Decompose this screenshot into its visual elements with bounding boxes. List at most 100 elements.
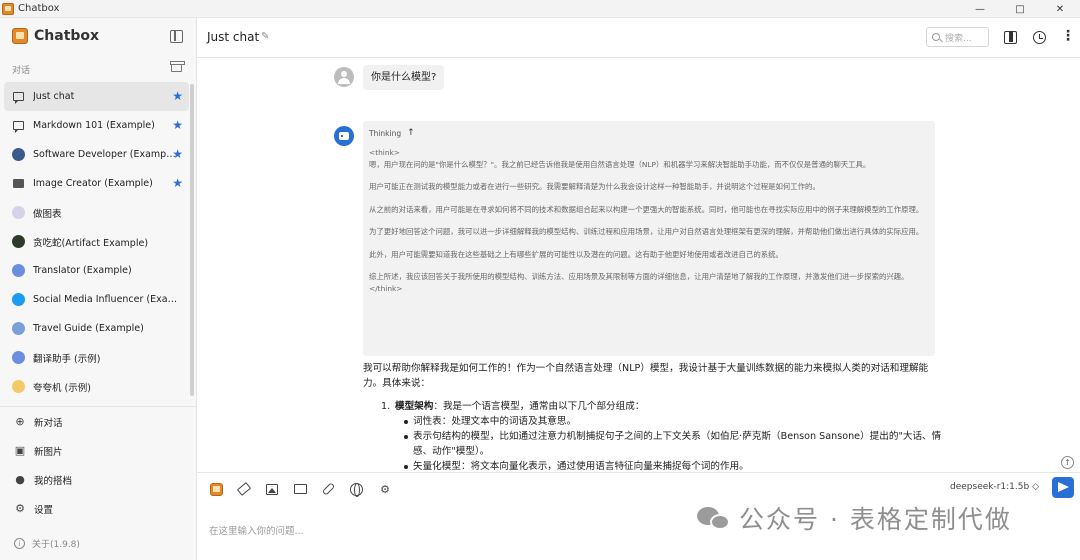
archive-icon[interactable]: [170, 61, 185, 72]
sub-list-item: 表示句结构的模型，比如通过注意力机制捕捉句子之间的上下文关系（如伯尼·萨克斯（B…: [404, 431, 942, 457]
conversation-label: Translator (Example): [33, 265, 132, 276]
new-image-button[interactable]: ▣ 新图片: [0, 436, 196, 465]
sidebar: Chatbox 对话 Just chat ★ Markdown 101 (Exa…: [0, 18, 197, 560]
bot-icon: ●: [15, 473, 25, 486]
new-chat-button[interactable]: ⊕ 新对话: [0, 407, 196, 436]
list-item-text: ：我是一个语言模型，通常由以下几个部分组成：: [433, 401, 645, 412]
send-button[interactable]: [1052, 477, 1074, 498]
thinking-paragraph: 嗯，用户现在问的是"你是什么模型？"。我之前已经告诉他我是使用自然语言处理（NL…: [369, 159, 871, 169]
message-list: 你是什么模型? Thinking ↑ <think> 嗯，用户现在问的是"你是什…: [197, 59, 1080, 471]
sub-list-item: 词性表：处理文本中的词语及其意思。: [404, 414, 943, 429]
conversation-item-snake[interactable]: 贪吃蛇(Artifact Example): [4, 227, 189, 256]
snake-avatar-icon: [12, 235, 25, 248]
translator-avatar-icon: [12, 351, 25, 364]
thinking-paragraph: 综上所述，我应该回答关于我所使用的模型结构、训练方法、应用场景及其限制等方面的详…: [369, 272, 909, 281]
star-icon[interactable]: ★: [172, 177, 183, 189]
star-icon[interactable]: ★: [172, 90, 183, 102]
sparkle-avatar-icon: [12, 380, 25, 393]
chat-bubble-icon: [12, 90, 25, 104]
about-version[interactable]: i 关于(1.9.8): [14, 537, 80, 550]
app-icon: [2, 2, 14, 15]
search-placeholder: 搜索...: [945, 33, 972, 44]
message-input[interactable]: 在这里输入你的问题...: [209, 523, 304, 537]
watermark: 公众号 · 表格定制代做: [697, 500, 1012, 536]
list-item: 1. 模型架构：我是一个语言模型，通常由以下几个部分组成：: [381, 399, 943, 414]
chat-header: Just chat ✎ 搜索... ⋮: [197, 18, 1080, 58]
conversation-label: 贪吃蛇(Artifact Example): [33, 237, 149, 249]
link-icon[interactable]: [321, 482, 335, 496]
twitter-avatar-icon: [12, 293, 25, 306]
brand: Chatbox: [12, 28, 99, 44]
conversation-label: Markdown 101 (Example): [33, 120, 155, 131]
sub-list: 词性表：处理文本中的词语及其意思。 表示句结构的模型，比如通过注意力机制捕捉句子…: [381, 414, 943, 471]
edit-title-icon[interactable]: ✎: [261, 31, 269, 42]
collapse-sidebar-icon[interactable]: [170, 30, 183, 43]
image-icon: ▣: [14, 444, 26, 457]
my-copilots-button[interactable]: ● 我的搭档: [0, 465, 196, 494]
assistant-answer: 我可以帮助你解释我是如何工作的！作为一个自然语言处理（NLP）模型，我设计基于大…: [363, 361, 943, 471]
web-search-icon[interactable]: [349, 482, 363, 497]
conversation-item-software-developer[interactable]: Software Developer (Example) ★: [4, 140, 189, 169]
history-icon[interactable]: [1033, 31, 1046, 44]
settings-sliders-icon[interactable]: ⚙: [378, 482, 392, 496]
thinking-label: Thinking: [369, 128, 402, 138]
conversation-label: Software Developer (Example): [33, 149, 178, 160]
conversation-item-social-media[interactable]: Social Media Influencer (Example): [4, 285, 189, 314]
watermark-text: 公众号 · 表格定制代做: [739, 505, 1012, 534]
list-item-title: 模型架构: [395, 401, 434, 412]
translator-avatar-icon: [12, 264, 25, 277]
image-icon: [12, 177, 25, 190]
developer-avatar-icon: [12, 148, 25, 161]
conversation-list: Just chat ★ Markdown 101 (Example) ★ Sof…: [4, 82, 189, 404]
conversation-item-translator[interactable]: Translator (Example): [4, 256, 189, 285]
minimize-button[interactable]: —: [960, 0, 1000, 18]
chat-title: Just chat: [207, 30, 260, 44]
chart-avatar-icon: [12, 206, 25, 219]
main-panel: Just chat ✎ 搜索... ⋮ 你是什么模型? Thinking ↑ <…: [197, 18, 1080, 560]
plus-circle-icon: ⊕: [15, 415, 25, 428]
maximize-button[interactable]: □: [1000, 0, 1040, 18]
thinking-header[interactable]: Thinking ↑: [369, 128, 929, 138]
close-button[interactable]: ✕: [1040, 0, 1080, 18]
answer-intro: 我可以帮助你解释我是如何工作的！作为一个自然语言处理（NLP）模型，我设计基于大…: [363, 363, 929, 389]
image-upload-icon[interactable]: [265, 482, 279, 496]
star-icon[interactable]: ★: [172, 119, 183, 131]
scroll-to-top-icon[interactable]: ↑: [1061, 456, 1074, 469]
search-input[interactable]: 搜索...: [926, 27, 989, 47]
conversation-label: Social Media Influencer (Example): [33, 294, 178, 305]
eraser-icon[interactable]: [236, 482, 252, 496]
info-icon: i: [14, 538, 25, 549]
gear-icon: ⚙: [15, 502, 25, 515]
conversation-item-just-chat[interactable]: Just chat ★: [4, 82, 189, 111]
new-image-label: 新图片: [34, 446, 63, 458]
new-chat-label: 新对话: [34, 417, 63, 429]
conversation-label: Just chat: [33, 91, 75, 102]
conversation-label: 夸夸机 (示例): [33, 382, 91, 394]
section-label: 对话: [12, 66, 31, 76]
conversation-item-praise[interactable]: 夸夸机 (示例): [4, 372, 189, 401]
conversation-label: Travel Guide (Example): [33, 323, 144, 334]
sidebar-scrollbar[interactable]: [190, 84, 194, 396]
think-open-tag: <think>: [369, 148, 400, 157]
sub-list-item: 矢量化模型：将文本向量化表示，通过使用语言特征向量来捕捉每个词的作用。: [404, 459, 943, 471]
chat-bubble-icon: [12, 119, 25, 133]
thinking-paragraph: 此外，用户可能需要知道我在这些基础之上有哪些扩展的可能性以及潜在的问题。这有助于…: [369, 249, 783, 259]
collapse-arrow-icon[interactable]: ↑: [407, 128, 415, 138]
folder-icon[interactable]: [293, 482, 307, 496]
conversation-item-chart[interactable]: 做图表: [4, 198, 189, 227]
user-avatar-icon: [334, 67, 354, 87]
model-selector[interactable]: deepseek-r1:1.5b ◇: [950, 482, 1039, 492]
conversation-label: 做图表: [33, 208, 62, 220]
copilot-icon[interactable]: [209, 482, 223, 496]
conversation-label: 翻译助手 (示例): [33, 353, 101, 365]
conversation-item-translation-assistant[interactable]: 翻译助手 (示例): [4, 343, 189, 372]
split-view-icon[interactable]: [1004, 31, 1017, 44]
conversation-item-travel-guide[interactable]: Travel Guide (Example): [4, 314, 189, 343]
more-options-icon[interactable]: ⋮: [1061, 29, 1075, 44]
conversation-item-image-creator[interactable]: Image Creator (Example) ★: [4, 169, 189, 198]
conversation-item-markdown[interactable]: Markdown 101 (Example) ★: [4, 111, 189, 140]
brand-name: Chatbox: [34, 28, 100, 44]
settings-button[interactable]: ⚙ 设置: [0, 494, 196, 523]
answer-list: 1. 模型架构：我是一个语言模型，通常由以下几个部分组成： 词性表：处理文本中的…: [363, 399, 943, 471]
star-icon[interactable]: ★: [172, 148, 183, 160]
